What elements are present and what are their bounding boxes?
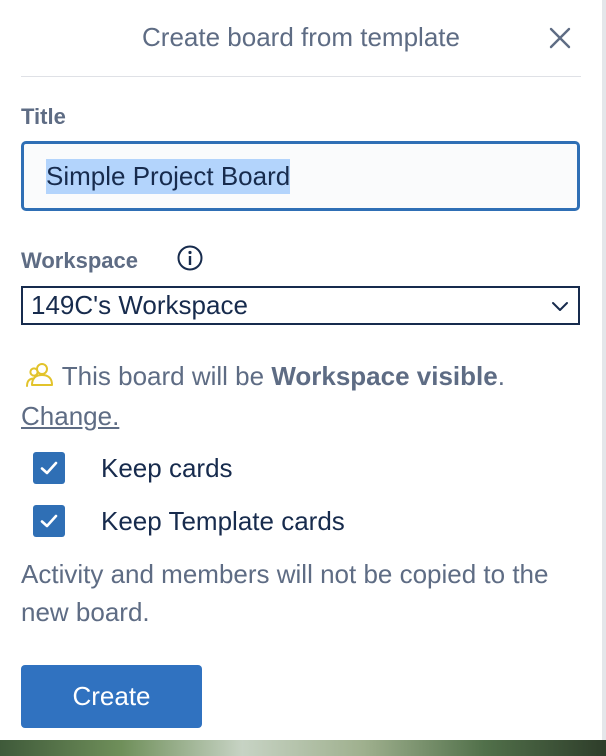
keep-cards-option[interactable]: Keep cards [33,452,233,484]
workspace-label: Workspace [21,248,138,273]
popover-title: Create board from template [142,22,460,52]
header-divider [21,76,581,77]
checkmark-icon [40,514,58,528]
keep-template-cards-option[interactable]: Keep Template cards [33,505,345,537]
workspace-select-value: 149C's Workspace [31,290,248,320]
create-button[interactable]: Create [21,665,202,728]
visibility-value: Workspace visible [271,361,498,391]
close-button[interactable] [544,22,576,54]
visibility-message: This board will be Workspace visible. Ch… [21,356,581,436]
change-visibility-link[interactable]: Change. [21,401,119,431]
close-icon [549,27,571,49]
keep-template-cards-checkbox[interactable] [33,505,65,537]
popover-header: Create board from template [0,0,602,76]
chevron-down-icon [552,302,568,311]
visibility-prefix: This board will be [61,361,265,391]
copy-note: Activity and members will not be copied … [21,559,549,627]
info-icon[interactable] [176,244,204,272]
workspace-visible-icon [26,363,53,387]
keep-template-cards-label[interactable]: Keep Template cards [101,506,345,537]
background-edge [602,0,606,756]
keep-cards-checkbox[interactable] [33,452,65,484]
keep-cards-label[interactable]: Keep cards [101,453,233,484]
visibility-suffix: . [497,361,505,391]
title-input[interactable]: Simple Project Board [21,141,580,211]
create-board-popover: Create board from template Title Simple … [0,0,603,740]
checkmark-icon [40,461,58,475]
title-label: Title [21,104,66,129]
title-input-value[interactable]: Simple Project Board [46,158,291,194]
workspace-select[interactable]: 149C's Workspace [21,286,580,325]
background-image-edge [0,740,606,756]
